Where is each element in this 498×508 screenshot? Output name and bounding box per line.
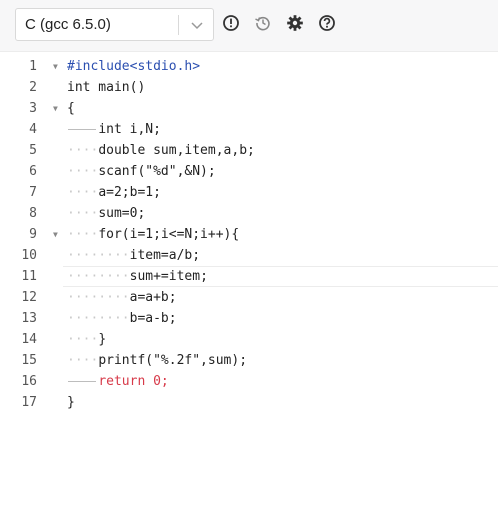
line-number: 14 bbox=[21, 332, 37, 347]
code-text: return 0; bbox=[98, 374, 169, 389]
fold-arrow-icon[interactable]: ▼ bbox=[53, 224, 58, 245]
line-number: 5 bbox=[29, 143, 37, 158]
line-code: ····printf("%.2f",sum); bbox=[67, 350, 247, 371]
code-line: 8 ····sum=0; bbox=[0, 203, 498, 224]
line-code: ····return 0; bbox=[67, 371, 169, 392]
line-code: ········item=a/b; bbox=[67, 245, 200, 266]
line-code: ····scanf("%d",&N); bbox=[67, 161, 216, 182]
line-number: 16 bbox=[21, 374, 37, 389]
code-line: 9 ▼ ····for(i=1;i<=N;i++){ bbox=[0, 224, 498, 245]
tab-marker: ···· bbox=[67, 371, 98, 392]
line-code: ····sum=0; bbox=[67, 203, 145, 224]
line-code: { bbox=[67, 98, 75, 119]
code-line: 15 ····printf("%.2f",sum); bbox=[0, 350, 498, 371]
line-code: ········sum+=item; bbox=[67, 266, 208, 287]
indent-dots: ···· bbox=[67, 185, 99, 200]
code-text: a=a+b; bbox=[129, 290, 177, 305]
indent-dots: ···· bbox=[67, 206, 99, 221]
code-line: 14 ····} bbox=[0, 329, 498, 350]
indent-dots: ········ bbox=[67, 311, 130, 326]
fold-arrow-icon[interactable]: ▼ bbox=[53, 56, 58, 77]
code-line: 16 ····return 0; bbox=[0, 371, 498, 392]
code-line: 17 } bbox=[0, 392, 498, 413]
code-editor[interactable]: 1 ▼ #include<stdio.h> 2 int main() 3 ▼ {… bbox=[0, 56, 498, 508]
code-line: 3 ▼ { bbox=[0, 98, 498, 119]
indent-dots: ········ bbox=[67, 248, 130, 263]
language-select[interactable]: C (gcc 6.5.0) bbox=[15, 8, 214, 41]
code-text: int i,N; bbox=[98, 122, 161, 137]
line-code: ····a=2;b=1; bbox=[67, 182, 161, 203]
indent-dots: ···· bbox=[67, 227, 99, 242]
line-number: 10 bbox=[21, 248, 37, 263]
help-icon[interactable] bbox=[318, 14, 336, 32]
gear-icon[interactable] bbox=[286, 14, 304, 32]
code-line: 2 int main() bbox=[0, 77, 498, 98]
code-text: } bbox=[67, 395, 75, 410]
line-number: 12 bbox=[21, 290, 37, 305]
line-code: #include<stdio.h> bbox=[67, 56, 200, 77]
indent-dots: ···· bbox=[67, 143, 99, 158]
code-text: b=a-b; bbox=[129, 311, 177, 326]
code-text: item=a/b; bbox=[129, 248, 201, 263]
code-text: for(i=1;i<=N;i++){ bbox=[98, 227, 240, 242]
code-text: printf("%.2f",sum); bbox=[98, 353, 248, 368]
code-text: double sum,item,a,b; bbox=[98, 143, 255, 158]
code-line: 12 ········a=a+b; bbox=[0, 287, 498, 308]
line-number: 3 bbox=[29, 101, 37, 116]
code-line: 4 ····int i,N; bbox=[0, 119, 498, 140]
code-text: sum=0; bbox=[98, 206, 146, 221]
line-code: ····for(i=1;i<=N;i++){ bbox=[67, 224, 239, 245]
code-text: #include<stdio.h> bbox=[67, 59, 201, 74]
line-code: } bbox=[67, 392, 75, 413]
tab-marker: ···· bbox=[67, 119, 98, 140]
code-line: 5 ····double sum,item,a,b; bbox=[0, 140, 498, 161]
line-code: ····} bbox=[67, 329, 106, 350]
code-line: 10 ········item=a/b; bbox=[0, 245, 498, 266]
line-code: ········b=a-b; bbox=[67, 308, 177, 329]
code-text: int main() bbox=[67, 80, 146, 95]
line-number: 11 bbox=[21, 269, 37, 284]
line-code: ····double sum,item,a,b; bbox=[67, 140, 255, 161]
line-code: ········a=a+b; bbox=[67, 287, 177, 308]
indent-dots: ········ bbox=[67, 269, 130, 284]
info-icon[interactable] bbox=[222, 14, 240, 32]
code-text: { bbox=[67, 101, 75, 116]
line-number: 2 bbox=[29, 80, 37, 95]
indent-dots: ···· bbox=[67, 164, 99, 179]
line-number: 17 bbox=[21, 395, 37, 410]
code-line: 6 ····scanf("%d",&N); bbox=[0, 161, 498, 182]
line-number: 8 bbox=[29, 206, 37, 221]
editor-toolbar: C (gcc 6.5.0) bbox=[0, 0, 498, 52]
indent-dots: ···· bbox=[67, 332, 99, 347]
line-number: 4 bbox=[29, 122, 37, 137]
language-select-value: C (gcc 6.5.0) bbox=[25, 16, 111, 33]
chevron-down-icon bbox=[191, 22, 203, 30]
indent-dots: ········ bbox=[67, 290, 130, 305]
line-number: 1 bbox=[29, 59, 37, 74]
line-number: 7 bbox=[29, 185, 37, 200]
line-code: int main() bbox=[67, 77, 145, 98]
indent-dots: ···· bbox=[67, 353, 99, 368]
line-number: 15 bbox=[21, 353, 37, 368]
line-code: ····int i,N; bbox=[67, 119, 161, 140]
code-text: a=2;b=1; bbox=[98, 185, 161, 200]
code-text: scanf("%d",&N); bbox=[98, 164, 216, 179]
code-line: 7 ····a=2;b=1; bbox=[0, 182, 498, 203]
select-divider bbox=[178, 15, 179, 35]
code-text: } bbox=[98, 332, 107, 347]
code-line: 1 ▼ #include<stdio.h> bbox=[0, 56, 498, 77]
history-icon[interactable] bbox=[254, 14, 272, 32]
line-number: 13 bbox=[21, 311, 37, 326]
line-number: 6 bbox=[29, 164, 37, 179]
code-text: sum+=item; bbox=[129, 269, 208, 284]
code-line-active: 11 ········sum+=item; bbox=[0, 266, 498, 287]
code-line: 13 ········b=a-b; bbox=[0, 308, 498, 329]
fold-arrow-icon[interactable]: ▼ bbox=[53, 98, 58, 119]
line-number: 9 bbox=[29, 227, 37, 242]
